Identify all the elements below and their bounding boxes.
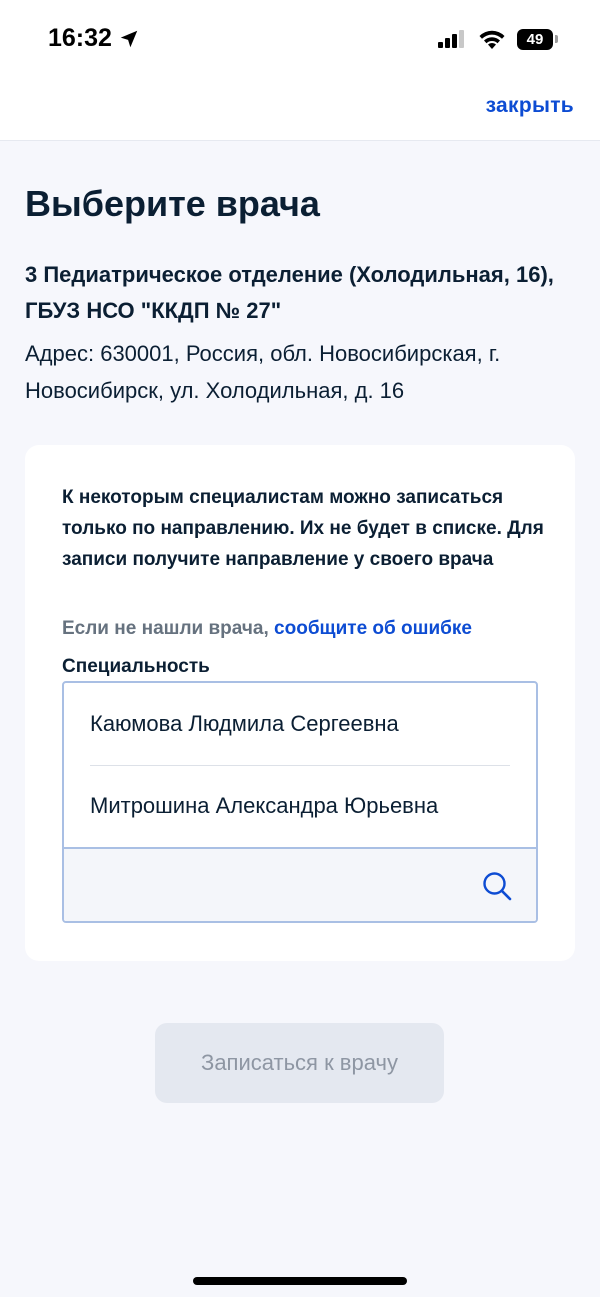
close-link[interactable]: закрыть bbox=[486, 94, 574, 118]
doctor-search-input[interactable] bbox=[84, 863, 468, 909]
specialty-label: Специальность bbox=[62, 656, 210, 677]
battery-cap bbox=[555, 35, 558, 43]
department-address: Адрес: 630001, Россия, обл. Новосибирска… bbox=[25, 341, 501, 403]
search-icon[interactable] bbox=[482, 871, 512, 901]
wifi-icon bbox=[479, 30, 505, 49]
doctor-option[interactable]: Митрошина Александра Юрьевна bbox=[90, 765, 510, 847]
book-doctor-button[interactable]: Записаться к врачу bbox=[155, 1023, 444, 1103]
page-title: Выберите врача bbox=[25, 183, 320, 224]
doctor-search-box bbox=[64, 847, 536, 921]
department-name: 3 Педиатрическое отделение (Холодильная,… bbox=[25, 262, 554, 323]
location-arrow-icon bbox=[120, 30, 138, 47]
report-error-link[interactable]: сообщите об ошибке bbox=[274, 618, 472, 639]
doctor-selection-card: К некоторым специалистам можно записатьс… bbox=[25, 445, 575, 961]
error-hint-text: Если не нашли врача, bbox=[62, 618, 269, 639]
top-bar: закрыть bbox=[0, 80, 600, 141]
battery-level: 49 bbox=[526, 31, 544, 48]
doctor-option-label: Каюмова Людмила Сергеевна bbox=[90, 711, 399, 736]
status-time: 16:32 bbox=[48, 24, 140, 53]
referral-notice: К некоторым специалистам можно записатьс… bbox=[62, 487, 544, 570]
time-text: 16:32 bbox=[48, 24, 112, 52]
doctor-dropdown: Каюмова Людмила Сергеевна Митрошина Алек… bbox=[62, 681, 538, 923]
error-hint: Если не нашли врача, сообщите об ошибке bbox=[62, 618, 472, 640]
status-bar: 16:32 49 bbox=[0, 0, 600, 80]
cellular-signal-icon bbox=[438, 30, 464, 48]
doctor-option[interactable]: Каюмова Людмила Сергеевна bbox=[90, 683, 510, 766]
doctor-option-label: Митрошина Александра Юрьевна bbox=[90, 793, 439, 818]
battery-icon: 49 bbox=[517, 29, 553, 50]
home-indicator bbox=[193, 1277, 407, 1285]
